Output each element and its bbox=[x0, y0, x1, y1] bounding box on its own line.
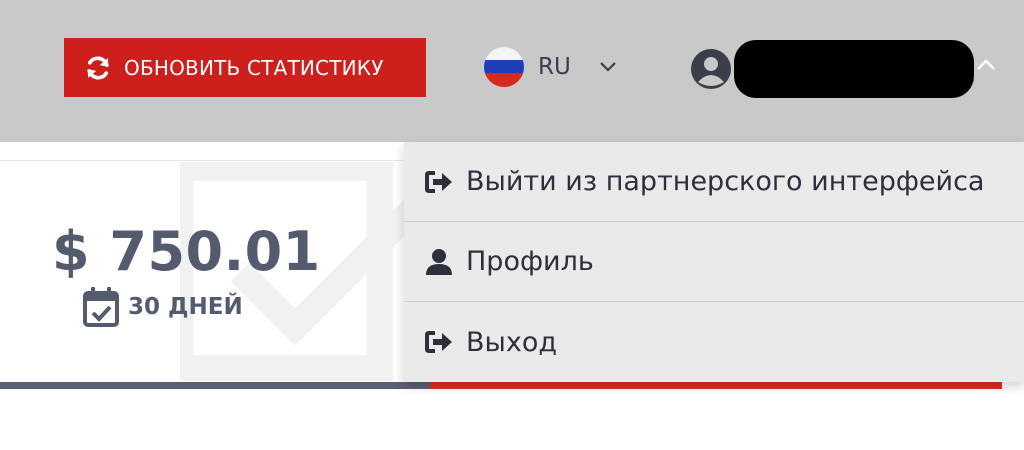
user-menu-toggle[interactable] bbox=[690, 40, 974, 98]
menu-item-label: Профиль bbox=[466, 246, 594, 277]
card-bottom-bar bbox=[0, 382, 430, 389]
period-label: 30 ДНЕЙ bbox=[128, 294, 243, 320]
chevron-down-icon bbox=[600, 62, 616, 72]
chevron-up-icon[interactable] bbox=[976, 58, 996, 72]
menu-item-label: Выйти из партнерского интерфейса bbox=[466, 166, 985, 197]
card-bottom-bar-accent bbox=[430, 382, 1002, 389]
menu-item-label: Выход bbox=[466, 326, 558, 358]
user-icon bbox=[426, 248, 452, 275]
calendar-check-icon bbox=[83, 287, 119, 327]
earnings-amount: $ 750.01 bbox=[52, 220, 321, 283]
card-top-border bbox=[0, 160, 410, 161]
user-circle-icon bbox=[691, 49, 731, 89]
period-indicator: 30 ДНЕЙ bbox=[82, 286, 243, 328]
sign-out-icon bbox=[425, 170, 452, 193]
menu-item-logout[interactable]: Выход bbox=[404, 302, 1024, 382]
refresh-statistics-button[interactable]: ОБНОВИТЬ СТАТИСТИКУ bbox=[64, 38, 426, 97]
menu-item-exit-partner-interface[interactable]: Выйти из партнерского интерфейса bbox=[404, 142, 1024, 222]
refresh-button-label: ОБНОВИТЬ СТАТИСТИКУ bbox=[124, 55, 384, 80]
language-selector[interactable]: RU bbox=[484, 46, 617, 88]
username-redacted bbox=[734, 40, 974, 98]
refresh-icon bbox=[87, 55, 109, 80]
russia-flag-icon bbox=[484, 47, 524, 87]
user-dropdown-menu: Выйти из партнерского интерфейса Профиль… bbox=[404, 142, 1024, 382]
sign-out-icon bbox=[425, 331, 452, 353]
language-code: RU bbox=[538, 54, 571, 80]
earnings-card: $ 750.01 30 ДНЕЙ bbox=[0, 162, 430, 382]
menu-item-profile[interactable]: Профиль bbox=[404, 222, 1024, 302]
